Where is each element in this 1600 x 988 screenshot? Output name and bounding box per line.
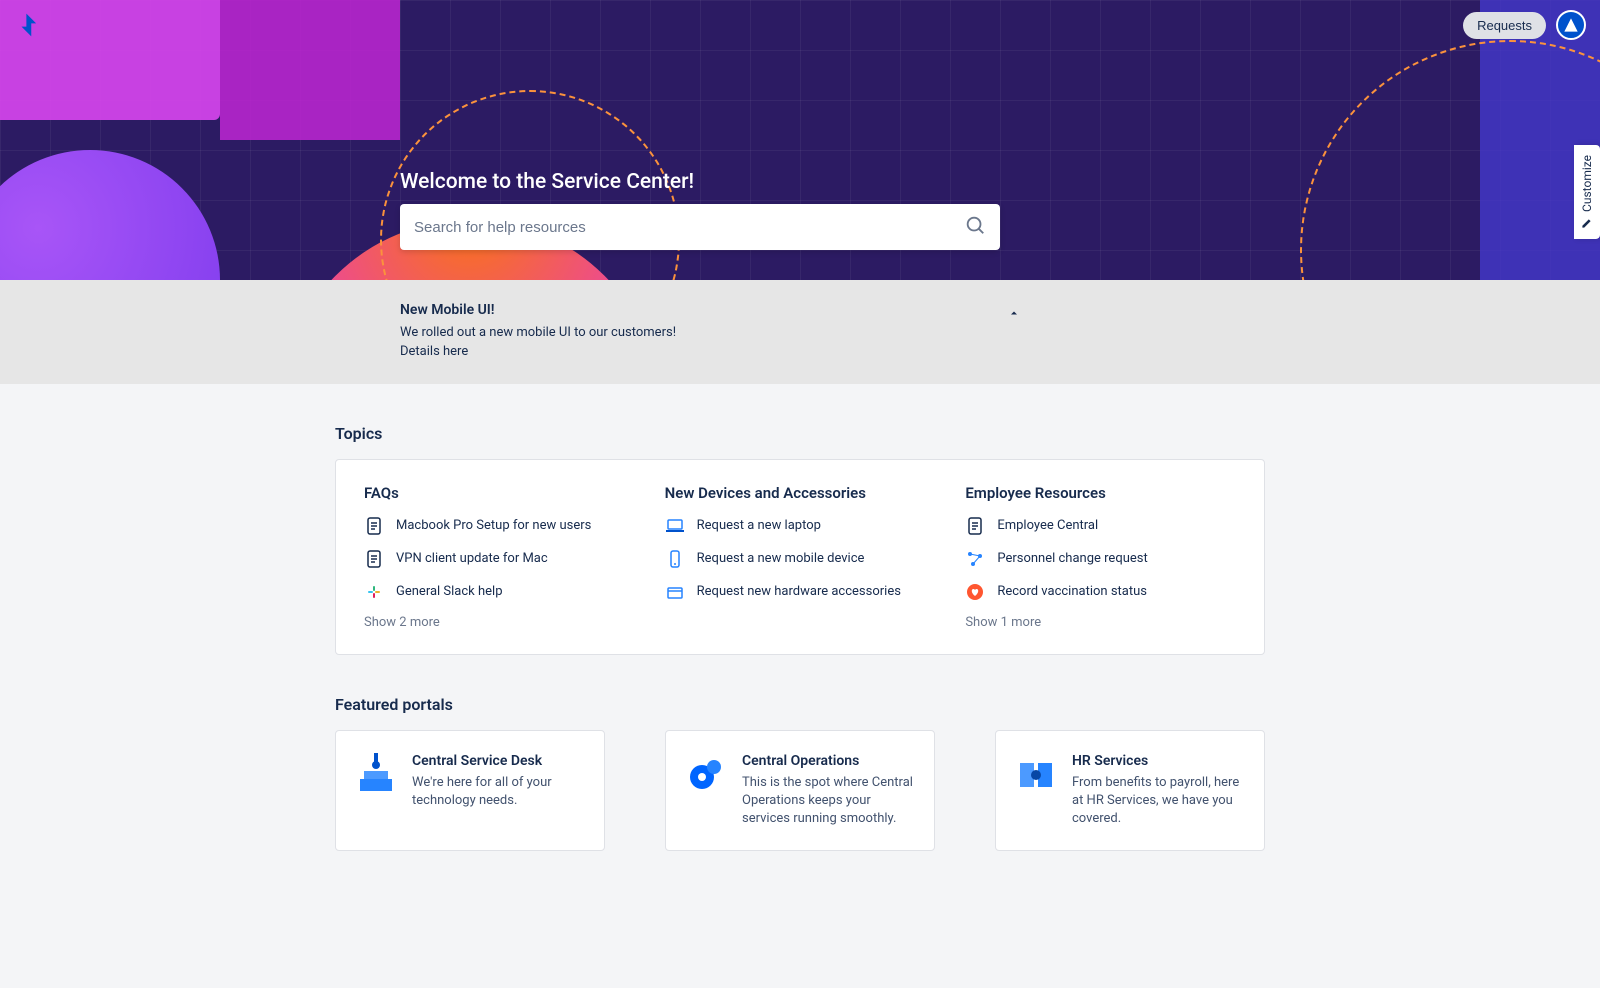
topic-item-label: General Slack help — [396, 584, 503, 599]
heart-icon — [965, 582, 985, 602]
nodes-icon — [965, 549, 985, 569]
search-box[interactable] — [400, 204, 1000, 250]
page-title: Welcome to the Service Center! — [400, 170, 1000, 194]
topic-item[interactable]: Record vaccination status — [965, 582, 1236, 602]
doc-icon — [364, 516, 384, 536]
topic-column: New Devices and Accessories Request a new… — [665, 484, 936, 630]
portal-card[interactable]: Central Operations This is the spot where… — [665, 730, 935, 852]
avatar[interactable] — [1556, 10, 1586, 40]
portal-desc: From benefits to payroll, here at HR Ser… — [1072, 774, 1246, 829]
topic-item[interactable]: VPN client update for Mac — [364, 549, 635, 569]
topics-heading: Topics — [335, 424, 1265, 443]
laptop-icon — [665, 516, 685, 536]
chevron-up-icon — [1008, 304, 1020, 323]
portal-card[interactable]: HR Services From benefits to payroll, her… — [995, 730, 1265, 852]
hero-banner: Requests Welcome to the Service Center! … — [0, 0, 1600, 280]
app-logo-icon[interactable] — [15, 12, 41, 42]
slack-icon — [364, 582, 384, 602]
topic-item[interactable]: Personnel change request — [965, 549, 1236, 569]
portal-desc: We're here for all of your technology ne… — [412, 774, 586, 810]
show-more-link[interactable]: Show 2 more — [364, 615, 635, 630]
customize-button[interactable]: Customize — [1574, 145, 1600, 239]
topic-item-label: Request a new mobile device — [697, 551, 865, 566]
topic-item[interactable]: Request new hardware accessories — [665, 582, 936, 602]
topic-item[interactable]: Request a new laptop — [665, 516, 936, 536]
topic-item-label: Macbook Pro Setup for new users — [396, 518, 591, 533]
topic-column-title: FAQs — [364, 484, 635, 502]
topic-item-label: Personnel change request — [997, 551, 1147, 566]
doc-icon — [364, 549, 384, 569]
box-icon — [665, 582, 685, 602]
portal-title: Central Service Desk — [412, 753, 586, 769]
search-input[interactable] — [414, 219, 964, 236]
doc-icon — [965, 516, 985, 536]
portals-grid: Central Service Desk We're here for all o… — [335, 730, 1265, 852]
topic-column: FAQs Macbook Pro Setup for new users VPN c… — [364, 484, 635, 630]
topic-column-title: New Devices and Accessories — [665, 484, 936, 502]
collapse-button[interactable] — [1008, 304, 1020, 323]
topic-item[interactable]: Request a new mobile device — [665, 549, 936, 569]
show-more-link[interactable]: Show 1 more — [965, 615, 1236, 630]
topic-item-label: VPN client update for Mac — [396, 551, 548, 566]
announcement-link[interactable]: Details here — [400, 343, 1020, 362]
announcement-text-1: We rolled out a new mobile UI to our cus… — [400, 324, 1020, 343]
ops-icon — [684, 753, 728, 797]
phone-icon — [665, 549, 685, 569]
portal-card[interactable]: Central Service Desk We're here for all o… — [335, 730, 605, 852]
topic-item[interactable]: Macbook Pro Setup for new users — [364, 516, 635, 536]
portal-desc: This is the spot where Central Operation… — [742, 774, 916, 829]
search-icon[interactable] — [964, 214, 986, 240]
topic-item-label: Request a new laptop — [697, 518, 821, 533]
hr-icon — [1014, 753, 1058, 797]
portal-title: Central Operations — [742, 753, 916, 769]
customize-label: Customize — [1580, 155, 1594, 212]
topic-column: Employee Resources Employee Central Person… — [965, 484, 1236, 630]
topic-column-title: Employee Resources — [965, 484, 1236, 502]
announcement-title: New Mobile UI! — [400, 302, 1020, 318]
topic-item-label: Record vaccination status — [997, 584, 1147, 599]
servicedesk-icon — [354, 753, 398, 797]
requests-button[interactable]: Requests — [1463, 12, 1546, 39]
topics-card: FAQs Macbook Pro Setup for new users VPN c… — [335, 459, 1265, 655]
featured-heading: Featured portals — [335, 695, 1265, 714]
announcement-bar: New Mobile UI! We rolled out a new mobil… — [0, 280, 1600, 384]
topic-item-label: Employee Central — [997, 518, 1098, 533]
topic-item[interactable]: General Slack help — [364, 582, 635, 602]
topic-item[interactable]: Employee Central — [965, 516, 1236, 536]
topic-item-label: Request new hardware accessories — [697, 584, 901, 599]
portal-title: HR Services — [1072, 753, 1246, 769]
